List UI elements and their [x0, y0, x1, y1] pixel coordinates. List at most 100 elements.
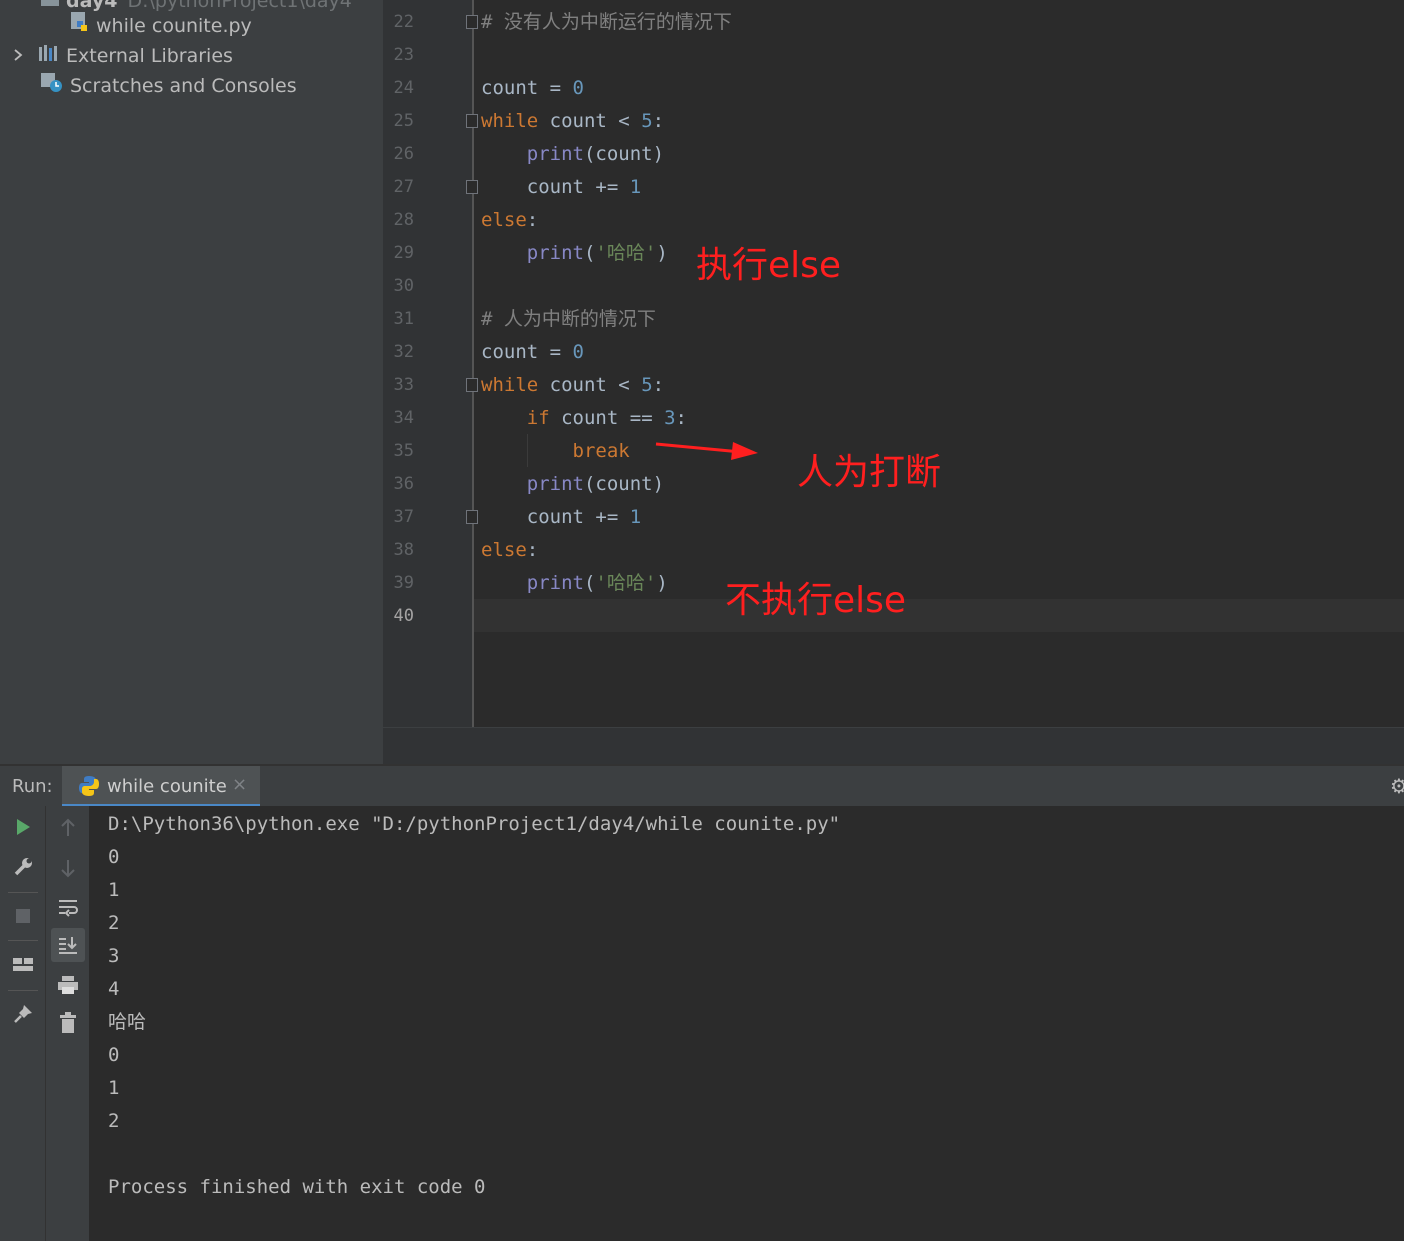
number-literal: 5	[641, 374, 653, 396]
console-line: D:\Python36\python.exe "D:/pythonProject…	[108, 813, 841, 835]
identifier: count	[595, 473, 653, 495]
run-icon[interactable]	[6, 810, 40, 844]
editor-bottom-area	[383, 727, 1404, 764]
annotation-manual-break: 人为打断	[797, 452, 942, 493]
code-line-29: print('哈哈')	[526, 242, 668, 264]
code-line-22: # 没有人为中断运行的情况下	[481, 11, 732, 33]
number-literal: 0	[572, 77, 584, 99]
line-number-gutter: 22 23 24 25 26 27 28 29 30 31 32 33 34 3…	[383, 0, 473, 727]
line-number: 39	[393, 573, 414, 593]
tree-item-label: while counite.py	[96, 15, 252, 37]
python-icon	[78, 775, 100, 801]
keyword: while	[481, 374, 539, 396]
line-number-current: 40	[393, 606, 414, 626]
identifier: count	[549, 110, 607, 132]
line-number: 23	[393, 45, 414, 65]
number-literal: 3	[664, 407, 676, 429]
console-line: 3	[108, 945, 120, 967]
identifier: count	[481, 77, 539, 99]
builtin: print	[526, 143, 584, 165]
code-line-27: count += 1	[526, 176, 642, 198]
code-line-39: print('哈哈')	[526, 572, 668, 594]
console-line: 2	[108, 912, 120, 934]
console-line: 1	[108, 1077, 120, 1099]
fold-marker-icon[interactable]	[466, 15, 478, 29]
line-number: 34	[393, 408, 414, 428]
close-icon[interactable]: ×	[232, 774, 247, 795]
code-line-35: break	[481, 435, 630, 468]
number-literal: 5	[641, 110, 653, 132]
line-number: 35	[393, 441, 414, 461]
code-line-31: # 人为中断的情况下	[481, 308, 656, 330]
keyword: else	[481, 209, 527, 231]
builtin: print	[526, 572, 584, 594]
project-tree-panel: day4 D:\pythonProject1\day4 while counit…	[0, 0, 383, 764]
arrow-up-icon[interactable]	[51, 811, 85, 845]
tree-item-external-libraries[interactable]: External Libraries	[12, 41, 233, 71]
trash-icon[interactable]	[51, 1006, 85, 1040]
line-number: 31	[393, 309, 414, 329]
library-icon	[38, 41, 60, 71]
run-toolbar-primary	[0, 806, 45, 1241]
code-line-28: else:	[481, 209, 539, 231]
line-number: 24	[393, 78, 414, 98]
tree-item-label: External Libraries	[66, 45, 233, 67]
line-number: 22	[393, 12, 414, 32]
builtin: print	[526, 242, 584, 264]
fold-marker-icon[interactable]	[466, 378, 478, 392]
run-tab[interactable]: while counite ×	[62, 766, 260, 807]
arrow-down-icon[interactable]	[51, 851, 85, 885]
code-line-26: print(count)	[526, 143, 665, 165]
run-tab-title: while counite	[107, 776, 227, 797]
keyword: break	[572, 440, 630, 462]
code-line-38: else:	[481, 539, 539, 561]
scroll-to-end-icon[interactable]	[51, 928, 85, 962]
pin-icon[interactable]	[6, 997, 40, 1031]
code-line-36: print(count)	[526, 473, 665, 495]
line-number: 36	[393, 474, 414, 494]
layout-icon[interactable]	[6, 948, 40, 982]
gear-icon[interactable]: ⚙	[1390, 774, 1404, 798]
code-line-24: count = 0	[481, 77, 584, 99]
line-number: 33	[393, 375, 414, 395]
fold-marker-icon[interactable]	[466, 510, 478, 524]
line-number: 32	[393, 342, 414, 362]
stop-icon[interactable]	[6, 899, 40, 933]
line-number: 26	[393, 144, 414, 164]
identifier: count	[561, 407, 619, 429]
tree-item-label: Scratches and Consoles	[70, 75, 297, 97]
code-editor[interactable]: 22 23 24 25 26 27 28 29 30 31 32 33 34 3…	[383, 0, 1404, 764]
keyword: else	[481, 539, 527, 561]
identifier: count	[549, 374, 607, 396]
console-line: 0	[108, 846, 120, 868]
identifier: count	[595, 143, 653, 165]
line-number: 28	[393, 210, 414, 230]
red-arrow-icon	[655, 442, 758, 460]
run-label: Run:	[12, 776, 53, 797]
console-line: 哈哈	[108, 1011, 147, 1033]
console-line: 0	[108, 1044, 120, 1066]
annotation-executes-else: 执行else	[696, 245, 842, 286]
identifier: count	[526, 176, 584, 198]
fold-marker-icon[interactable]	[466, 180, 478, 194]
string-literal: '哈哈'	[595, 572, 657, 594]
keyword: while	[481, 110, 539, 132]
wrench-icon[interactable]	[6, 850, 40, 884]
fold-marker-icon[interactable]	[466, 114, 478, 128]
tree-item-while-counite-py[interactable]: while counite.py	[70, 11, 252, 41]
code-line-25: while count < 5:	[481, 110, 665, 132]
run-panel-header: Run: while counite × ⚙	[0, 764, 1404, 807]
print-icon[interactable]	[51, 968, 85, 1002]
scratches-icon	[40, 71, 64, 102]
tree-item-scratches[interactable]: Scratches and Consoles	[40, 71, 297, 101]
code-line-37: count += 1	[526, 506, 642, 528]
line-number: 37	[393, 507, 414, 527]
code-line-33: while count < 5:	[481, 374, 665, 396]
soft-wrap-icon[interactable]	[51, 891, 85, 925]
console-output[interactable]: D:\Python36\python.exe "D:/pythonProject…	[89, 806, 1404, 1241]
toolbar-separator	[8, 990, 38, 991]
console-line: 1	[108, 879, 120, 901]
console-exit-line: Process finished with exit code 0	[108, 1176, 486, 1198]
console-line: 4	[108, 978, 120, 1000]
run-toolbar-secondary	[45, 806, 90, 1241]
